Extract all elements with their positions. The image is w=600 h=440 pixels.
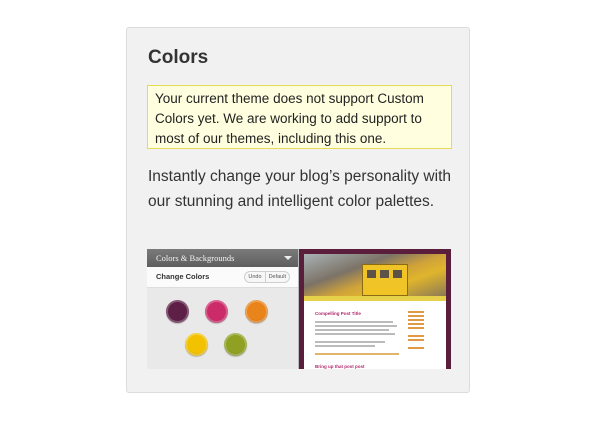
post-title-2: Bring up that post post <box>315 364 365 369</box>
color-swatch-green <box>224 333 247 356</box>
color-swatch-yellow <box>185 333 208 356</box>
color-swatch-orange <box>245 300 268 323</box>
section-title: Colors <box>148 47 209 68</box>
blog-content: Compelling Post Title Bring up that post… <box>304 301 446 369</box>
post-title: Compelling Post Title <box>315 311 361 316</box>
theme-support-notice: Your current theme does not support Cust… <box>147 85 452 149</box>
panel-header: Colors & Backgrounds <box>147 249 298 267</box>
colors-preview-image: Colors & Backgrounds Change Colors Undo … <box>147 249 451 369</box>
header-photo <box>304 254 446 296</box>
colors-card: Colors Your current theme does not suppo… <box>126 27 470 393</box>
tram-image <box>362 264 408 296</box>
undo-button: Undo <box>248 274 262 280</box>
caret-down-icon <box>284 256 292 260</box>
panel-subheader: Change Colors Undo Default <box>147 267 298 288</box>
colors-panel-mockup: Colors & Backgrounds Change Colors Undo … <box>147 249 299 369</box>
panel-title: Colors & Backgrounds <box>156 253 235 263</box>
blog-preview-mockup: Compelling Post Title Bring up that post… <box>299 249 451 369</box>
change-colors-label: Change Colors <box>156 272 210 281</box>
undo-default-group: Undo Default <box>244 271 290 283</box>
default-button: Default <box>264 272 289 282</box>
description-text: Instantly change your blog’s personality… <box>148 168 451 210</box>
color-swatch-pink <box>205 300 228 323</box>
color-swatch-purple <box>166 300 189 323</box>
